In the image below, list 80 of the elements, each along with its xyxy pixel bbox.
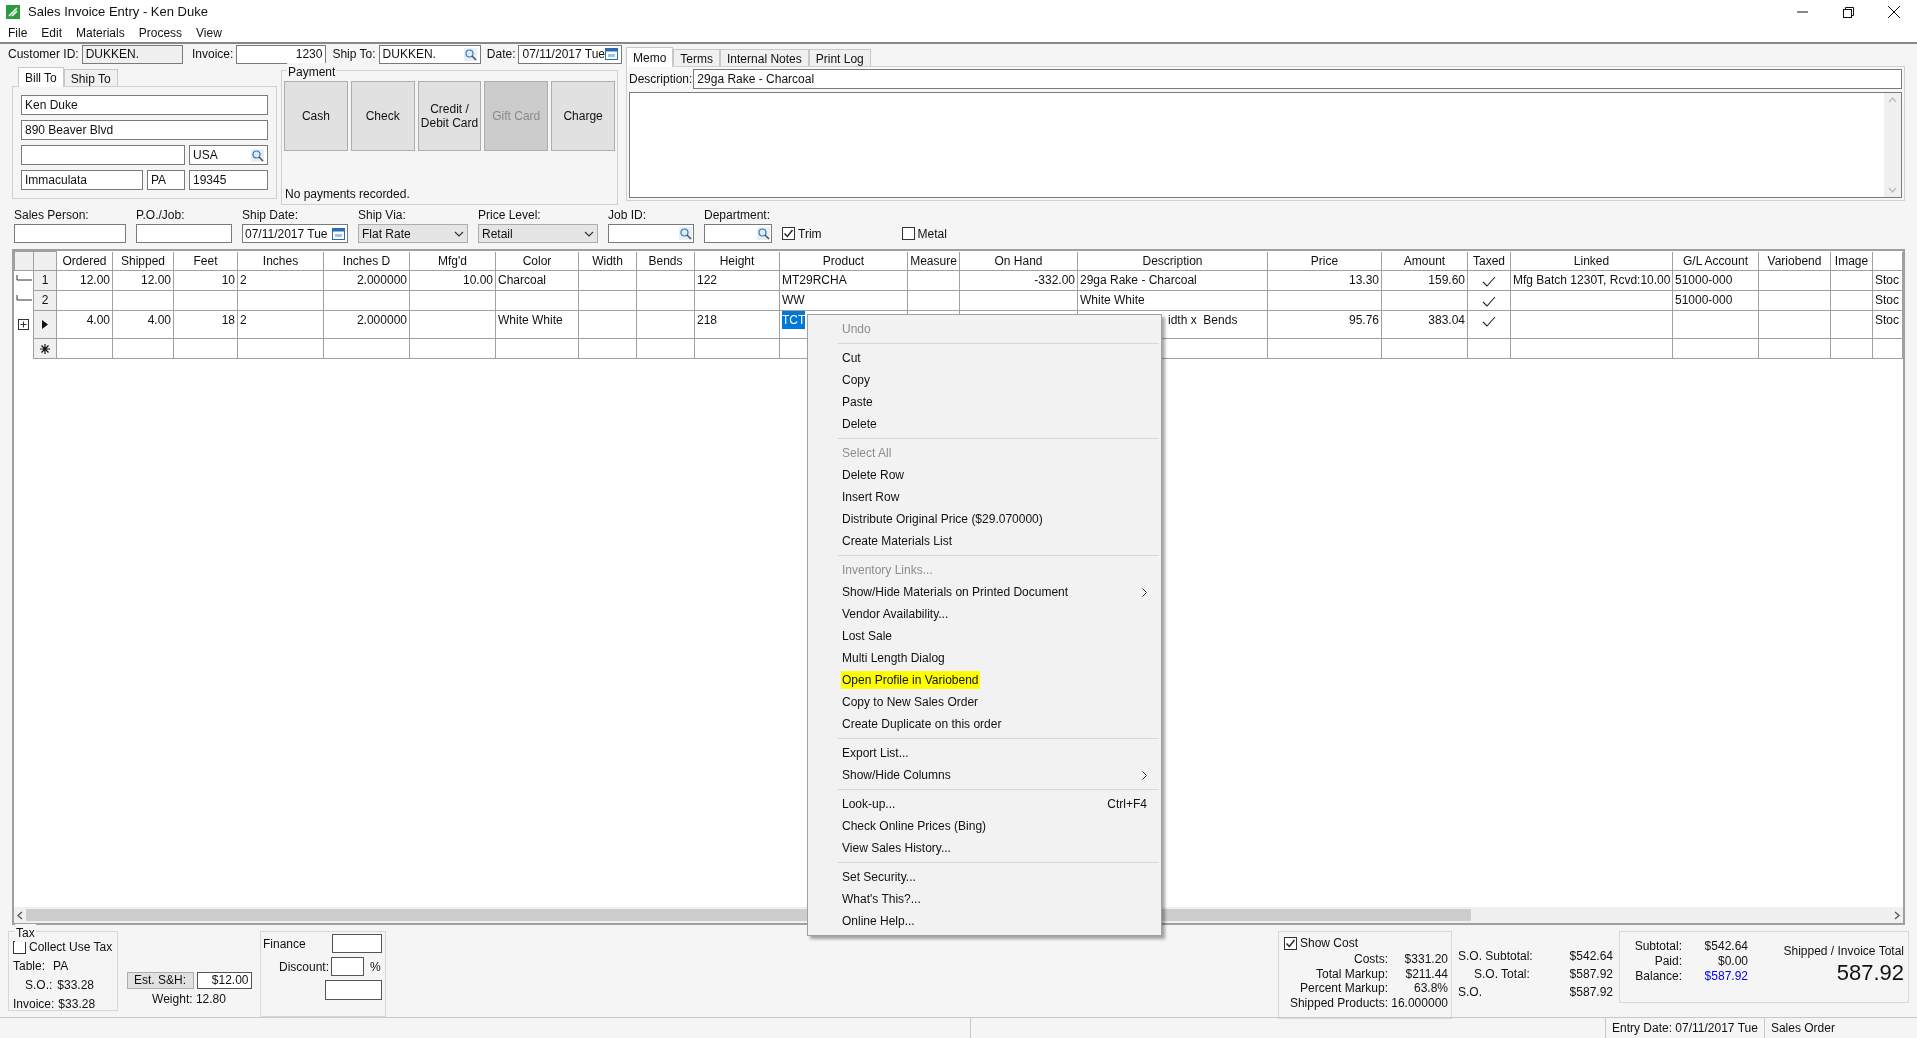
- field-label: Customer ID:: [8, 46, 79, 63]
- field-label: Percent Markup:: [1298, 981, 1388, 998]
- field-label: Department:: [704, 207, 772, 224]
- field-label: Date:: [486, 46, 516, 63]
- field-label: Job ID:: [608, 207, 647, 224]
- shortcut-label: Ctrl+F4: [1107, 796, 1147, 813]
- field-value: $33.28: [57, 977, 95, 994]
- status-text: Sales Order: [1770, 1020, 1835, 1037]
- table-cell: Stoc: [1875, 291, 1899, 309]
- table-cell: 12.00: [79, 271, 110, 289]
- table-cell: 4.00: [86, 311, 110, 329]
- field-value: $0.00: [1716, 952, 1748, 970]
- table-cell: White White: [498, 311, 563, 329]
- group-title: Payment: [287, 63, 337, 81]
- table-cell: 10: [221, 271, 235, 289]
- field-label: S.O. Subtotal:: [1458, 948, 1533, 965]
- table-cell: 13.30: [1348, 271, 1379, 289]
- status-text: Entry Date: 07/11/2017 Tue: [1612, 1020, 1758, 1037]
- field-value: $587.92: [1568, 966, 1613, 983]
- checkbox-label: Metal: [917, 225, 947, 243]
- table-cell: 51000-000: [1675, 271, 1733, 289]
- field-value: $33.28: [58, 996, 96, 1013]
- field-value: $542.64: [1568, 948, 1613, 965]
- table-cell: 218: [697, 311, 718, 329]
- field-label: S.O.:: [25, 977, 53, 994]
- checkbox-label: Collect Use Tax: [29, 939, 113, 956]
- table-cell: -332.00: [1034, 271, 1075, 289]
- field-label: P.O./Job:: [136, 207, 186, 224]
- field-label: Ship Date:: [242, 207, 300, 224]
- window-title: Sales Invoice Entry - Ken Duke: [28, 3, 208, 22]
- table-cell: 383.04: [1428, 311, 1465, 329]
- field-label: Price Level:: [478, 207, 542, 224]
- field-label: Weight: 12.80: [152, 991, 226, 1008]
- table-cell: WW: [782, 291, 805, 309]
- table-cell: 4.00: [147, 311, 171, 329]
- field-label: Ship Via:: [358, 207, 407, 224]
- field-label: Description:: [629, 71, 693, 88]
- payment-status: No payments recorded.: [284, 186, 411, 203]
- field-label: S.O.: [1458, 984, 1482, 1001]
- field-label: Balance:: [1634, 967, 1682, 985]
- table-cell: 51000-000: [1675, 291, 1733, 309]
- field-label: Sales Person:: [14, 207, 90, 224]
- table-cell: 2.000000: [356, 311, 407, 329]
- table-cell: White White: [1080, 291, 1145, 309]
- field-value: $587.92: [1568, 984, 1613, 1001]
- field-label: S.O. Total:: [1473, 966, 1530, 983]
- table-cell: 159.60: [1428, 271, 1465, 289]
- field-label: Table:: [13, 958, 46, 975]
- field-label: Discount:: [279, 958, 330, 976]
- table-cell: 95.76: [1348, 311, 1379, 329]
- field-label: %: [370, 958, 381, 976]
- field-label: Paid:: [1653, 952, 1682, 970]
- table-cell: MT29RCHA: [782, 271, 847, 289]
- field-label: Shipped Products:: [1288, 995, 1388, 1012]
- table-cell: Mfg Batch 1230T, Rcvd:10.00: [1513, 271, 1671, 289]
- checkbox-label: Show Cost: [1300, 935, 1359, 952]
- field-value: PA: [53, 958, 69, 975]
- table-cell: 2.000000: [356, 271, 407, 289]
- field-label: Subtotal:: [1633, 937, 1682, 955]
- table-cell: 2: [240, 271, 247, 289]
- field-label: Finance: [263, 935, 306, 953]
- field-label: Shipped / Invoice Total: [1783, 943, 1904, 960]
- group-title: Tax: [15, 924, 36, 942]
- table-cell: 18: [221, 311, 235, 329]
- table-cell: Stoc: [1875, 311, 1899, 329]
- field-label: Invoice:: [191, 46, 234, 63]
- table-cell: 29ga Rake - Charcoal: [1080, 271, 1197, 289]
- table-cell: Charcoal: [498, 271, 547, 289]
- checkbox-label: Trim: [798, 225, 822, 243]
- field-label: Ship To:: [332, 46, 376, 63]
- table-cell: Stoc: [1875, 271, 1899, 289]
- table-cell: 12.00: [140, 271, 171, 289]
- table-cell: 10.00: [462, 271, 493, 289]
- table-cell: 2: [240, 311, 247, 329]
- field-label: Invoice:: [13, 996, 55, 1013]
- table-cell: idth x Bends: [1168, 311, 1238, 329]
- invoice-total: 587.92: [1836, 960, 1904, 986]
- table-cell: TCT: [782, 311, 806, 329]
- field-value: $542.64: [1703, 937, 1748, 955]
- table-cell: 122: [697, 271, 718, 289]
